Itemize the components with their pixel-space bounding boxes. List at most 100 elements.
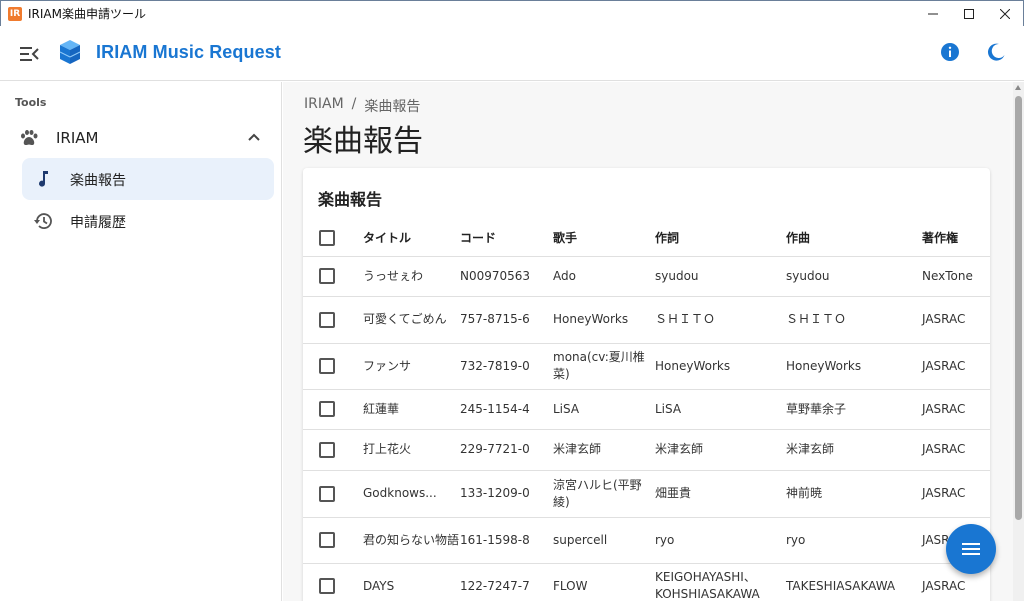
- cell-code: 732-7819-0: [460, 343, 553, 390]
- sidebar-group-iriam[interactable]: IRIAM: [0, 118, 282, 158]
- cell-lyricist: ryo: [655, 517, 786, 564]
- cell-composer: HoneyWorks: [786, 343, 922, 390]
- scroll-up-arrow-icon[interactable]: [1015, 85, 1021, 90]
- sidebar: Tools IRIAM 楽曲報告 申請履歴: [0, 82, 282, 601]
- cell-code: 122-7247-7: [460, 563, 553, 601]
- sidebar-item-label: 申請履歴: [70, 215, 126, 231]
- column-header-title[interactable]: タイトル: [363, 220, 460, 257]
- app-window-icon: IR: [8, 6, 22, 21]
- scrollbar-thumb[interactable]: [1015, 96, 1022, 520]
- cell-title: 打上花火: [363, 429, 460, 471]
- table-row[interactable]: 君の知らない物語 161-1598-8 supercell ryo ryo JASRAC: [303, 517, 990, 564]
- row-checkbox[interactable]: [319, 311, 335, 328]
- menu-icon: [962, 543, 980, 555]
- column-header-lyricist[interactable]: 作詞: [655, 220, 786, 257]
- row-checkbox[interactable]: [319, 532, 335, 548]
- sidebar-group-label: IRIAM: [56, 129, 99, 147]
- sidebar-item-music-report[interactable]: 楽曲報告: [22, 158, 274, 200]
- cell-code: 229-7721-0: [460, 429, 553, 471]
- cell-composer: ＳＨＩＴＯ: [786, 296, 922, 344]
- row-checkbox[interactable]: [319, 401, 335, 417]
- sidebar-item-request-history[interactable]: 申請履歴: [22, 200, 274, 242]
- cell-artist: LiSA: [553, 389, 655, 430]
- app-header: IRIAM Music Request: [0, 26, 1024, 81]
- music-note-icon: [33, 169, 53, 189]
- cell-rights: JASRAC: [922, 429, 990, 471]
- cell-composer: 神前暁: [786, 470, 922, 518]
- breadcrumb-item-iriam[interactable]: IRIAM: [304, 96, 344, 116]
- window-title: IRIAM楽曲申請ツール: [28, 7, 146, 21]
- row-select-cell: [303, 389, 363, 430]
- column-header-code[interactable]: コード: [460, 220, 553, 257]
- select-all-cell: [303, 220, 363, 257]
- close-icon: [1000, 9, 1010, 19]
- close-button[interactable]: [987, 1, 1023, 27]
- floating-menu-button[interactable]: [946, 524, 996, 574]
- cell-title: Godknows...: [363, 470, 460, 518]
- songs-table: タイトル コード 歌手 作詞 作曲 著作権 うっせぇわ N00970563 Ado s…: [303, 220, 990, 601]
- table-row[interactable]: 打上花火 229-7721-0 米津玄師 米津玄師 米津玄師 JASRAC: [303, 429, 990, 471]
- cell-code: 133-1209-0: [460, 470, 553, 518]
- cell-code: 757-8715-6: [460, 296, 553, 344]
- moon-icon: [988, 43, 1005, 61]
- sidebar-toggle-button[interactable]: [18, 44, 40, 64]
- cell-title: 君の知らない物語: [363, 517, 460, 564]
- cell-rights: JASRAC: [922, 470, 990, 518]
- table-row[interactable]: DAYS 122-7247-7 FLOW KEIGOHAYASHI、KOHSHIASA…: [303, 563, 990, 601]
- row-checkbox[interactable]: [319, 441, 335, 458]
- breadcrumb: IRIAM / 楽曲報告: [304, 96, 420, 116]
- row-checkbox[interactable]: [319, 268, 335, 284]
- info-icon: [941, 43, 959, 61]
- info-button[interactable]: [939, 41, 961, 63]
- cell-artist: supercell: [553, 517, 655, 564]
- card-title: 楽曲報告: [318, 190, 383, 209]
- cell-lyricist: HoneyWorks: [655, 343, 786, 390]
- cell-code: 161-1598-8: [460, 517, 553, 564]
- table-row[interactable]: Godknows... 133-1209-0 涼宮ハルヒ(平野綾) 畑亜貴 神前暁 JAS…: [303, 470, 990, 518]
- maximize-button[interactable]: [951, 1, 987, 27]
- row-checkbox[interactable]: [319, 578, 335, 594]
- cell-composer: ryo: [786, 517, 922, 564]
- row-select-cell: [303, 343, 363, 390]
- cell-artist: HoneyWorks: [553, 296, 655, 344]
- history-icon: [33, 211, 53, 231]
- cell-title: ファンサ: [363, 343, 460, 390]
- page-title: 楽曲報告: [303, 124, 423, 159]
- cell-rights: NexTone: [922, 256, 990, 297]
- table-row[interactable]: うっせぇわ N00970563 Ado syudou syudou NexTone: [303, 256, 990, 297]
- column-header-composer[interactable]: 作曲: [786, 220, 922, 257]
- cell-rights: JASRAC: [922, 389, 990, 430]
- cell-composer: 草野華余子: [786, 389, 922, 430]
- main-scrollbar[interactable]: [1013, 82, 1024, 601]
- app-logo-icon: [58, 38, 82, 66]
- cell-rights: JASRAC: [922, 296, 990, 344]
- select-all-checkbox[interactable]: [319, 229, 335, 246]
- cell-artist: FLOW: [553, 563, 655, 601]
- table-row[interactable]: 紅蓮華 245-1154-4 LiSA LiSA 草野華余子 JASRAC: [303, 389, 990, 430]
- minimize-button[interactable]: [915, 1, 951, 27]
- music-report-card: 楽曲報告 タイトル コード 歌手 作詞 作曲 著作権 うっせぇわ N0097056…: [303, 168, 990, 601]
- minimize-icon: [928, 13, 938, 15]
- cell-code: 245-1154-4: [460, 389, 553, 430]
- cell-composer: TAKESHIASAKAWA: [786, 563, 922, 601]
- breadcrumb-separator: /: [351, 96, 357, 112]
- row-select-cell: [303, 470, 363, 518]
- row-select-cell: [303, 429, 363, 471]
- cell-lyricist: ＳＨＩＴＯ: [655, 296, 786, 344]
- column-header-artist[interactable]: 歌手: [553, 220, 655, 257]
- window-titlebar: IR IRIAM楽曲申請ツール: [0, 0, 1024, 26]
- column-header-rights[interactable]: 著作権: [922, 220, 990, 257]
- theme-toggle-button[interactable]: [985, 41, 1007, 63]
- paw-icon: [19, 128, 39, 148]
- sidebar-item-label: 楽曲報告: [70, 173, 126, 189]
- breadcrumb-item-current: 楽曲報告: [364, 99, 421, 115]
- window-controls: [915, 1, 1023, 27]
- row-checkbox[interactable]: [319, 485, 335, 502]
- table-header-row: タイトル コード 歌手 作詞 作曲 著作権: [303, 220, 990, 257]
- table-row[interactable]: 可愛くてごめん 757-8715-6 HoneyWorks ＳＨＩＴＯ ＳＨＩＴＯ JAS…: [303, 296, 990, 344]
- row-select-cell: [303, 256, 363, 297]
- cell-artist: mona(cv:夏川椎菜): [553, 343, 655, 390]
- table-row[interactable]: ファンサ 732-7819-0 mona(cv:夏川椎菜) HoneyWorks Hon…: [303, 343, 990, 390]
- cell-lyricist: 畑亜貴: [655, 470, 786, 518]
- row-checkbox[interactable]: [319, 358, 335, 374]
